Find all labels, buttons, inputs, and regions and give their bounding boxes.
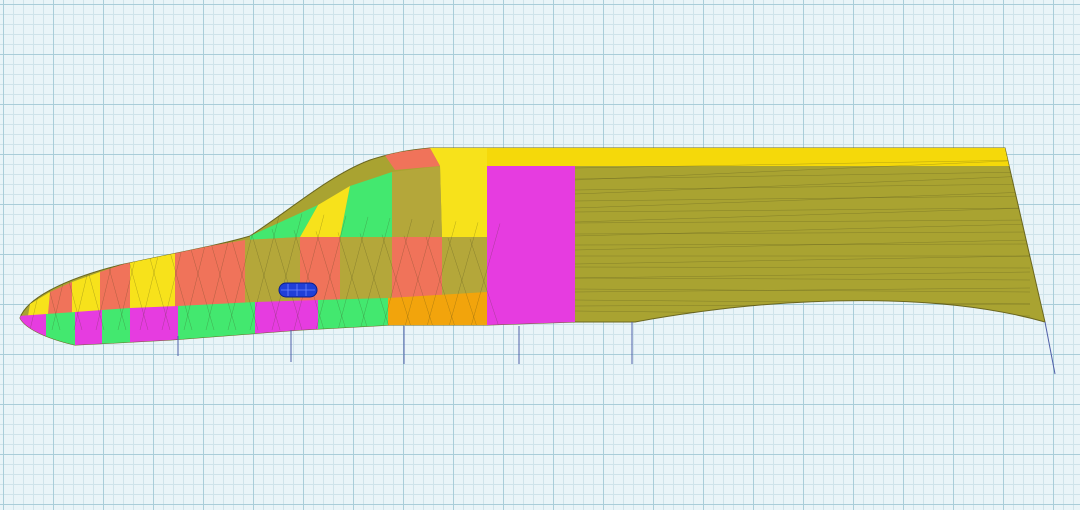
lower-band-green-1 [318,298,388,330]
lower-band-green-3 [102,308,130,345]
mid-olive-2 [340,237,392,300]
window-mesh-icon[interactable] [278,282,318,298]
train-nose-model[interactable] [0,0,1080,510]
top-strip-yellow [430,148,487,166]
lower-band-green-4 [46,312,75,345]
lower-band-orange [388,292,487,326]
3d-viewport[interactable] [0,0,1080,510]
mid-salmon-1 [392,237,442,298]
windshield-yellow [440,166,487,237]
roof-band [487,148,1009,166]
windshield-olive [392,166,442,237]
side-panel-magenta [487,166,575,326]
nose-yellow-1 [130,252,175,310]
lower-band-magenta-2 [130,306,178,344]
lower-band-magenta-1 [255,300,318,334]
lower-band-magenta-3 [75,310,102,345]
nose-yellow-3 [28,292,50,316]
mid-olive-1 [442,237,487,295]
nose-salmon-1 [175,240,245,308]
